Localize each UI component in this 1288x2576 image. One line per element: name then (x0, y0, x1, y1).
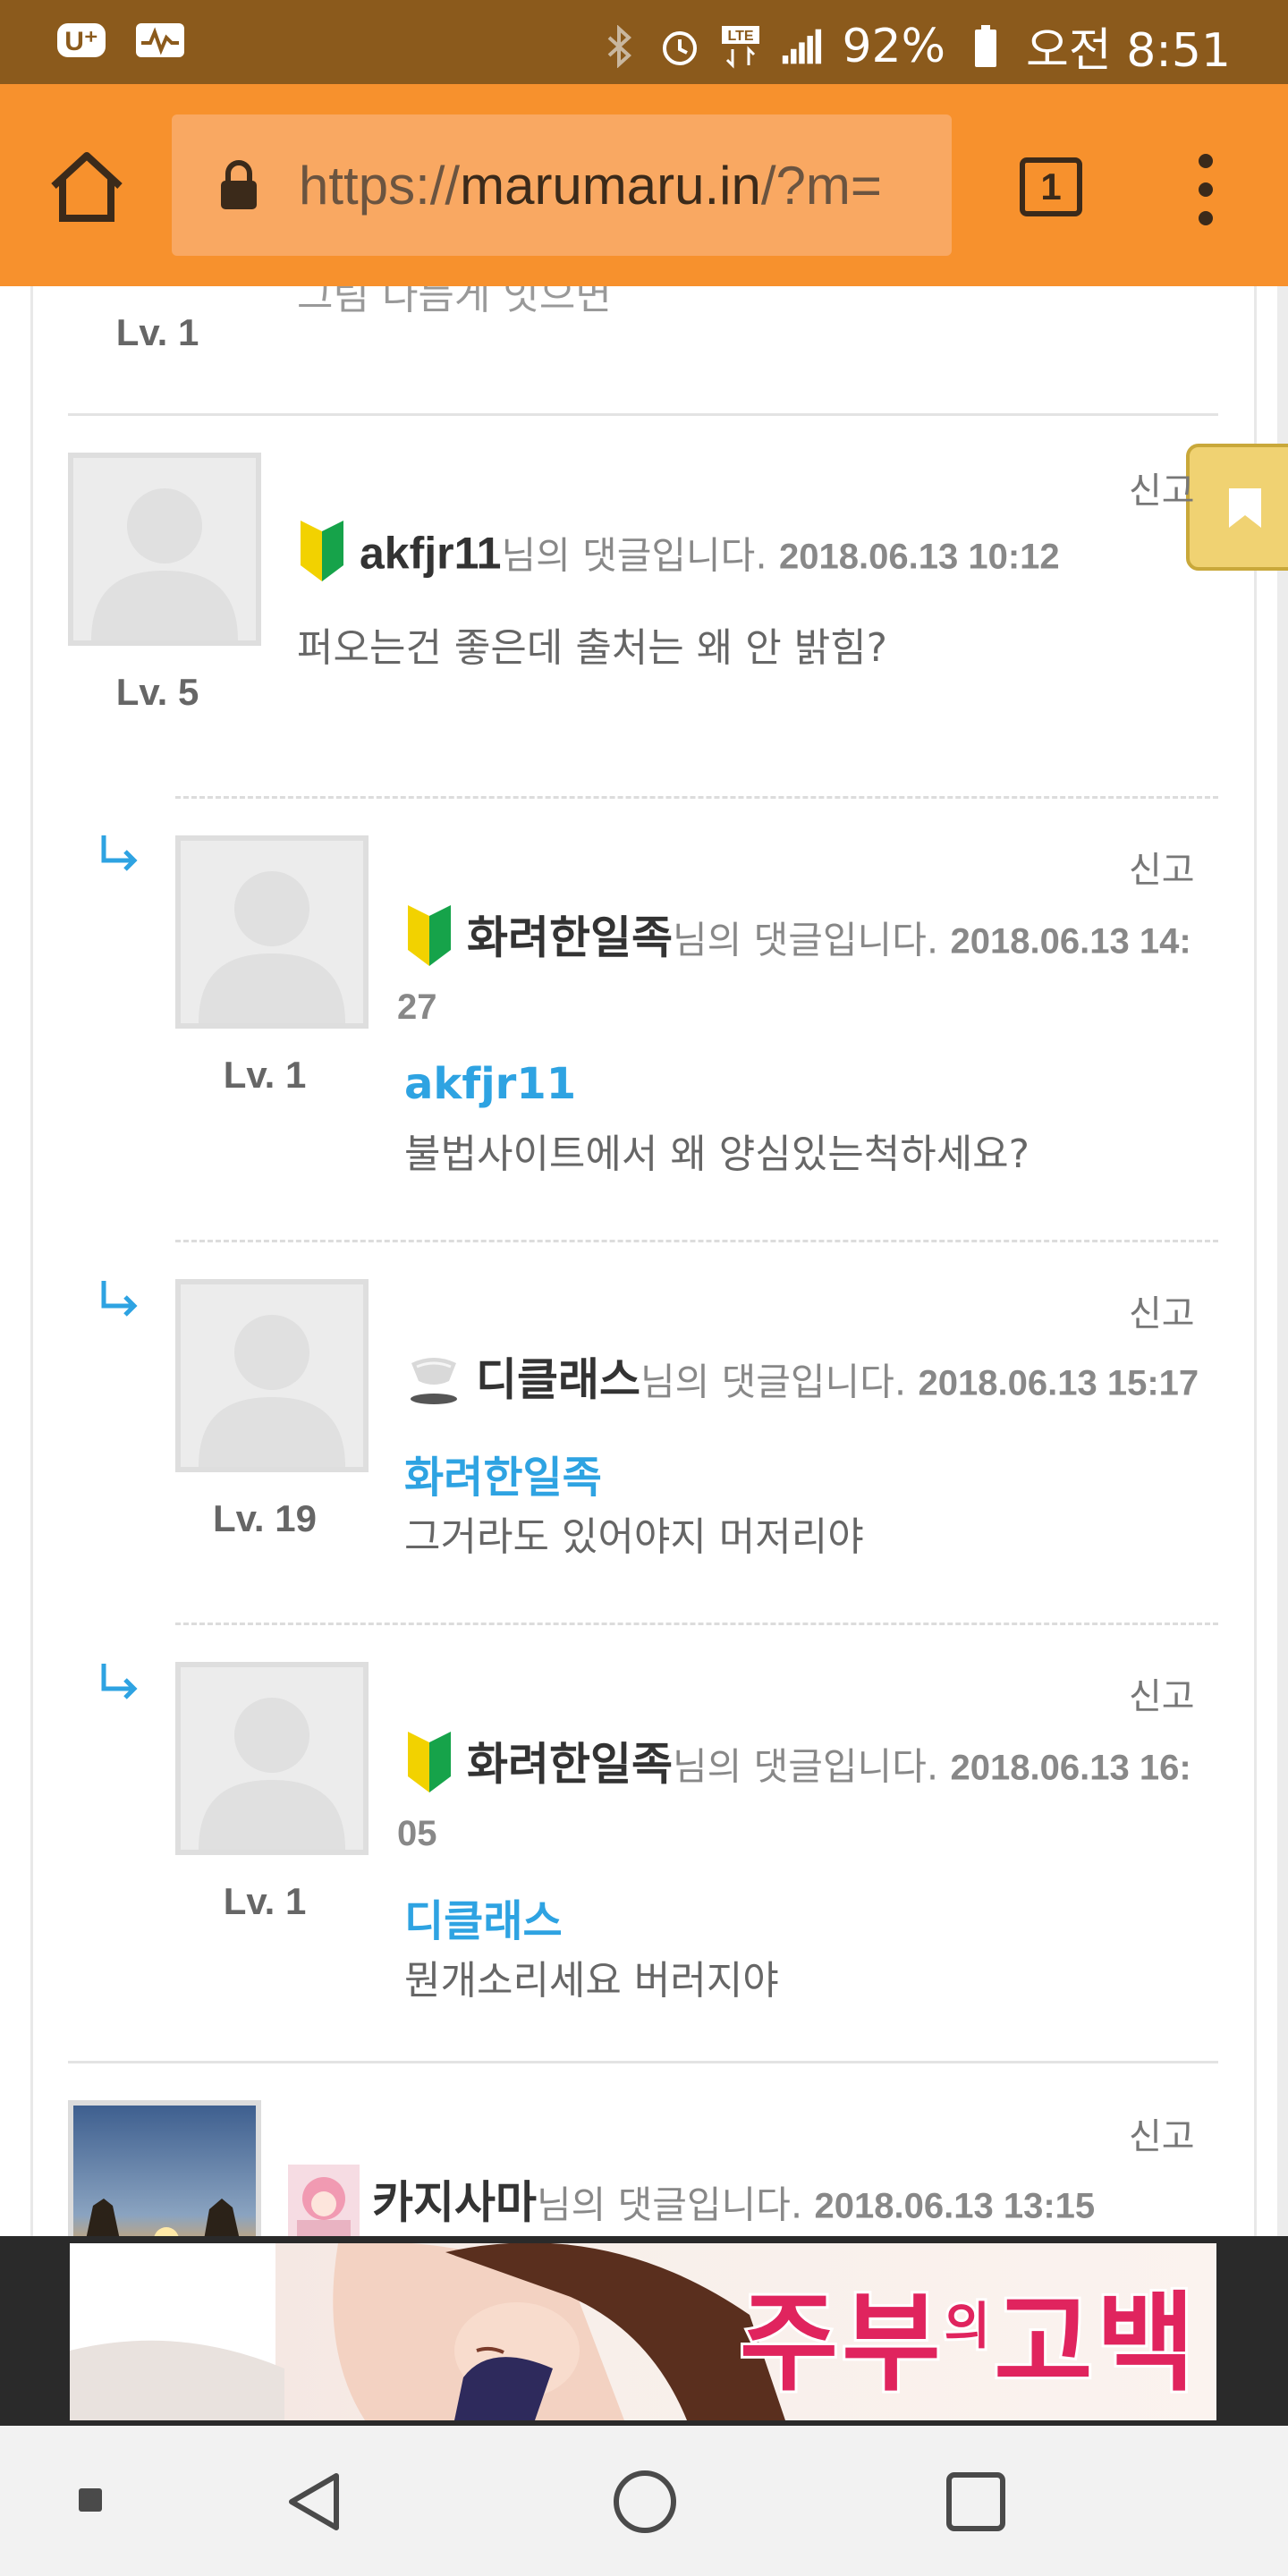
comment-date-continued: 05 (397, 1814, 437, 1853)
comment-label: 님의 댓글입니다. (640, 1360, 907, 1404)
comment-date: 2018.06.13 10:12 (779, 537, 1060, 577)
prev-comment-text: 그림 다듬게 잇으면 (297, 286, 612, 318)
avatar (175, 1662, 369, 1855)
comment-section: 그림 다듬게 잇으면 Lv. 1 Lv. 5 신고 akfjr11님의 댓글입니… (0, 286, 1288, 2236)
url-path: /?m= (760, 156, 882, 216)
ad-title-particle: 의 (942, 2295, 995, 2359)
report-button[interactable]: 신고 (1129, 1667, 1195, 1719)
url-text[interactable]: https://marumaru.in/?m= (299, 150, 925, 222)
reply-arrow-icon (98, 1279, 141, 1318)
user-level: Lv. 5 (115, 671, 199, 713)
comment-text: 퍼오는건 좋은데 출처는 왜 안 밝힘? (297, 625, 888, 671)
url-scheme: https:// (299, 156, 461, 216)
recents-icon[interactable] (945, 2470, 1007, 2533)
comment-header: 화려한일족님의 댓글입니다. 2018.06.13 14: (404, 903, 1191, 982)
comment-username[interactable]: 디클래스 (476, 1355, 640, 1405)
comment-label: 님의 댓글입니다. (501, 533, 767, 578)
battery-percent: 92% (842, 19, 946, 73)
report-button[interactable]: 신고 (1129, 2107, 1195, 2159)
browser-toolbar: https://marumaru.in/?m= 1 (0, 84, 1288, 286)
prev-comment-level: Lv. 1 (115, 311, 199, 353)
comment-date: 2018.06.13 15:17 (918, 1363, 1199, 1403)
comment-date: 2018.06.13 13:15 (814, 2186, 1096, 2226)
lte-icon: LTE (720, 24, 761, 69)
comment-text: 뭔개소리세요 버러지야 (404, 1958, 779, 2004)
reply-arrow-icon (98, 834, 141, 873)
comment-date-continued: 27 (397, 987, 437, 1027)
comment-header: 카지사마님의 댓글입니다. 2018.06.13 13:15 (288, 2165, 1095, 2236)
ad-container: 주부의고백 (0, 2236, 1288, 2426)
user-level: Lv. 19 (213, 1497, 317, 1539)
bookmark-button[interactable] (1186, 444, 1288, 571)
comment-text: 불법사이트에서 왜 양심있는척하세요? (404, 1131, 1030, 1177)
status-bar: U⁺ LTE 92% 오전 8:51 (0, 0, 1288, 84)
system-nav-bar (0, 2426, 1288, 2576)
comment-text: 그거라도 있어야지 머저리야 (404, 1514, 864, 1560)
bookmark-icon (1229, 488, 1261, 528)
signal-icon (781, 24, 822, 69)
rank-badge-icon (404, 1345, 463, 1424)
user-badge-icon (288, 2165, 360, 2236)
battery-icon (965, 24, 1006, 69)
alarm-icon (659, 24, 700, 69)
frame-border-left (30, 286, 33, 2236)
nav-dot-indicator[interactable] (79, 2488, 102, 2512)
avatar (175, 835, 369, 1029)
mention-username[interactable]: 디클래스 (404, 1885, 563, 1948)
ad-title: 주부의고백 (737, 2256, 1199, 2411)
user-level: Lv. 1 (223, 1054, 307, 1096)
comment-date: 2018.06.13 14: (950, 921, 1191, 962)
report-button[interactable]: 신고 (1129, 841, 1195, 893)
report-button[interactable]: 신고 (1129, 1284, 1195, 1336)
ad-title-part2: 고백 (991, 2279, 1199, 2409)
frame-border-right (1254, 286, 1257, 2236)
back-icon[interactable] (284, 2470, 347, 2533)
lock-icon (218, 159, 259, 211)
ad-banner[interactable]: 주부의고백 (70, 2243, 1216, 2420)
app-notification-icon: U⁺ (55, 20, 107, 61)
comment-label: 님의 댓글입니다. (673, 918, 939, 962)
comment-label: 님의 댓글입니다. (537, 2182, 803, 2227)
report-button[interactable]: 신고 (1129, 462, 1195, 513)
user-level: Lv. 1 (223, 1880, 307, 1922)
bluetooth-icon (598, 24, 640, 69)
comment-username[interactable]: 화려한일족 (467, 913, 673, 963)
comment-label: 님의 댓글입니다. (673, 1744, 939, 1789)
mention-username[interactable]: 화려한일족 (404, 1442, 602, 1504)
comment-date: 2018.06.13 16: (950, 1748, 1191, 1788)
avatar-photo (68, 2100, 261, 2236)
ad-title-part1: 주부 (737, 2279, 945, 2409)
comment-username[interactable]: 화려한일족 (467, 1740, 673, 1790)
reply-divider (175, 1623, 1218, 1625)
overflow-menu-button[interactable] (1186, 154, 1225, 225)
avatar (68, 453, 261, 646)
activity-icon (134, 20, 186, 61)
reply-arrow-icon (98, 1662, 141, 1701)
ad-illustration (70, 2243, 785, 2420)
beginner-badge-icon (404, 1730, 454, 1809)
comment-header: 화려한일족님의 댓글입니다. 2018.06.13 16: (404, 1730, 1191, 1809)
avatar (175, 1279, 369, 1472)
svg-text:LTE: LTE (728, 29, 754, 44)
comment-username[interactable]: akfjr11 (360, 529, 501, 579)
beginner-badge-icon (404, 903, 454, 982)
comment-header: 디클래스님의 댓글입니다. 2018.06.13 15:17 (404, 1345, 1199, 1424)
home-button[interactable] (47, 147, 127, 227)
address-bar[interactable]: https://marumaru.in/?m= (172, 114, 952, 256)
clock: 오전 8:51 (1026, 24, 1231, 78)
comment-username[interactable]: 카지사마 (372, 2178, 537, 2228)
svg-text:U⁺: U⁺ (64, 27, 98, 56)
reply-divider (175, 796, 1218, 799)
beginner-badge-icon (297, 519, 347, 597)
comment-divider (68, 2061, 1218, 2063)
reply-divider (175, 1240, 1218, 1242)
home-circle-icon[interactable] (612, 2469, 678, 2535)
comment-divider (68, 413, 1218, 416)
scrollbar[interactable] (1277, 286, 1288, 2236)
mention-username[interactable]: akfjr11 (404, 1059, 576, 1109)
home-icon (51, 152, 123, 222)
url-host: marumaru.in (460, 156, 761, 216)
tab-switcher-button[interactable]: 1 (1020, 157, 1082, 216)
comment-header: akfjr11님의 댓글입니다. 2018.06.13 10:12 (297, 519, 1060, 597)
